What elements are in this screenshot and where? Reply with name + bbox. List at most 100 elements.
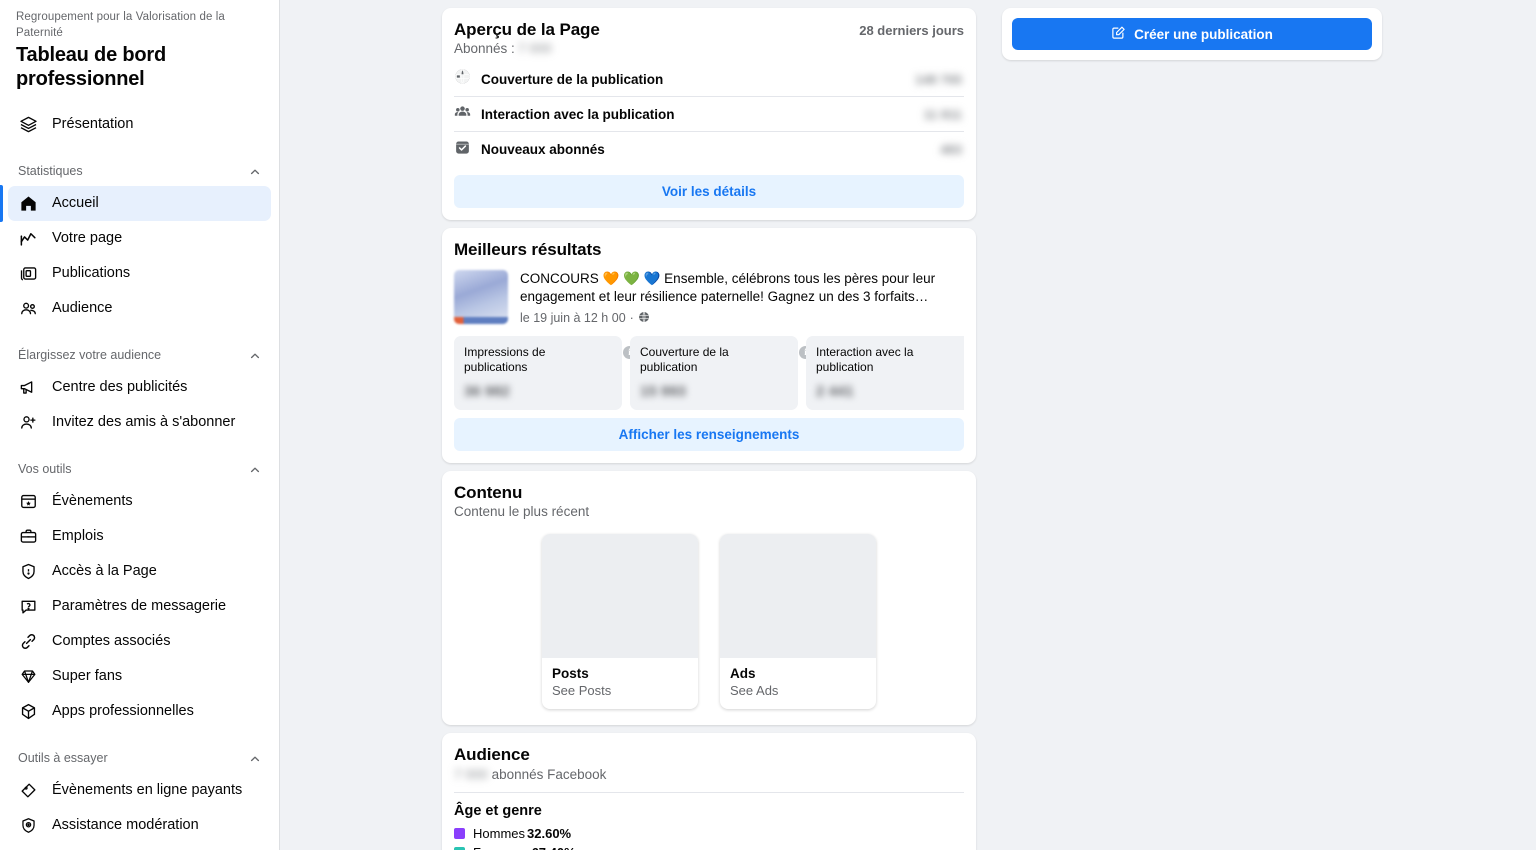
chevron-up-icon (249, 752, 261, 764)
content-thumbnail (720, 534, 876, 659)
people-icon (18, 299, 38, 319)
sidebar-section-statistiques[interactable]: Statistiques (8, 156, 271, 186)
section-label: Statistiques (18, 164, 83, 179)
sidebar-item-label: Invitez des amis à s'abonner (52, 414, 236, 431)
message-question-icon (18, 597, 38, 617)
sidebar-item-assistance-moderation[interactable]: Assistance modération (8, 808, 271, 843)
link-icon (18, 632, 38, 652)
sidebar-item-audience[interactable]: Audience (8, 291, 271, 326)
metric-row[interactable]: Nouveaux abonnés 483 (454, 132, 964, 167)
center-column: Aperçu de la Page Abonnés : 7 000 28 der… (442, 8, 976, 850)
check-badge-icon (454, 139, 471, 161)
sidebar-item-apps-professionnelles[interactable]: Apps professionnelles (8, 694, 271, 729)
divider (454, 792, 964, 794)
post-metric-tile[interactable]: Couverture de la publication 15 993 i (630, 335, 812, 411)
sidebar-item-label: Audience (52, 300, 113, 317)
sidebar-item-evenements-en-ligne-payants[interactable]: Évènements en ligne payants (8, 773, 271, 808)
metric-label: Nouveaux abonnés (481, 142, 605, 157)
top-results-card: Meilleurs résultats CONCOURS 🧡 💚 💙 Ensem… (442, 228, 976, 464)
sidebar-section-elargissez[interactable]: Élargissez votre audience (8, 340, 271, 370)
create-post-label: Créer une publication (1134, 26, 1273, 42)
view-details-button[interactable]: Voir les détails (454, 175, 964, 208)
content-card-grid: Posts See Posts Ads See Ads (454, 534, 964, 713)
globe-icon (638, 311, 650, 326)
sidebar-item-invitez-des-amis[interactable]: Invitez des amis à s'abonner (8, 405, 271, 440)
sidebar-item-parametres-de-messagerie[interactable]: Paramètres de messagerie (8, 589, 271, 624)
sidebar-item-super-fans[interactable]: Super fans (8, 659, 271, 694)
sidebar-item-comptes-associes[interactable]: Comptes associés (8, 624, 271, 659)
main-content: Aperçu de la Page Abonnés : 7 000 28 der… (280, 0, 1536, 850)
sidebar-section-vos-outils[interactable]: Vos outils (8, 454, 271, 484)
sidebar-item-label: Évènements (52, 493, 133, 510)
followers-value: 7 000 (517, 41, 552, 56)
content-card-posts[interactable]: Posts See Posts (542, 534, 698, 710)
post-thumbnail[interactable] (454, 270, 508, 324)
metric-value: 11 811 (923, 106, 962, 122)
gem-icon (18, 667, 38, 687)
sidebar-item-accueil[interactable]: Accueil (0, 185, 271, 223)
sidebar-item-label: Centre des publicités (52, 379, 188, 396)
post-meta: le 19 juin à 12 h 00 · (520, 311, 964, 326)
tile-label: Interaction avec la publication (816, 344, 914, 374)
sidebar-item-emplois[interactable]: Emplois (8, 519, 271, 554)
calendar-star-icon (18, 492, 38, 512)
compose-icon (1111, 25, 1126, 43)
sidebar-item-label: Accueil (52, 195, 99, 212)
content-card-link[interactable]: See Ads (730, 683, 866, 698)
sidebar-item-presentation[interactable]: Présentation (8, 107, 271, 142)
legend-item-hommes: Hommes 32.60% (454, 826, 964, 841)
organization-name: Regroupement pour la Valorisation de la … (16, 11, 225, 39)
content-thumbnail (542, 534, 698, 659)
content-card-ads[interactable]: Ads See Ads (720, 534, 876, 710)
legend-swatch-hommes (454, 828, 465, 840)
create-post-button[interactable]: Créer une publication (1012, 18, 1372, 50)
legend-value: 67.40% (532, 845, 576, 850)
metric-value: 148 765 (915, 71, 962, 87)
sidebar-item-acces-a-la-page[interactable]: Accès à la Page (8, 554, 271, 589)
gender-legend: Hommes 32.60% Femmes 67.40% (454, 826, 964, 850)
top-post-row[interactable]: CONCOURS 🧡 💚 💙 Ensemble, célébrons tous … (454, 270, 964, 326)
section-label: Vos outils (18, 462, 72, 477)
sidebar-item-votre-page[interactable]: Votre page (8, 221, 271, 256)
posts-icon (18, 264, 38, 284)
audience-followers-suffix: abonnés Facebook (491, 767, 607, 783)
metric-row[interactable]: Couverture de la publication 148 765 (454, 62, 964, 97)
show-insights-button[interactable]: Afficher les renseignements (454, 418, 964, 452)
separator-dot: · (629, 311, 634, 326)
content-card: Contenu Contenu le plus récent Posts See… (442, 471, 976, 726)
sidebar-item-publications[interactable]: Publications (8, 256, 271, 291)
metric-label: Couverture de la publication (481, 71, 664, 87)
tile-value: 2 441 (816, 383, 854, 401)
top-results-title: Meilleurs résultats (454, 240, 602, 259)
sidebar-item-nonprofit-manager[interactable]: Nonprofit Manager (8, 843, 271, 850)
chart-line-icon (18, 229, 38, 249)
legend-value: 32.60% (527, 826, 572, 842)
post-metric-tile[interactable]: Impressions de publications 36 982 i (454, 335, 636, 411)
section-label: Élargissez votre audience (18, 348, 162, 363)
content-card-name: Ads (730, 666, 756, 682)
sidebar-item-label: Accès à la Page (52, 563, 157, 580)
app-root: Regroupement pour la Valorisation de la … (0, 0, 1536, 850)
home-icon (18, 194, 38, 214)
sidebar-section-outils-a-essayer[interactable]: Outils à essayer (8, 743, 271, 773)
shield-icon (18, 562, 38, 582)
content-card-link[interactable]: See Posts (552, 683, 688, 698)
sidebar-item-label: Présentation (52, 116, 134, 133)
right-column: Créer une publication (1002, 8, 1382, 850)
page-title: Tableau de bord professionnel (16, 44, 166, 91)
sidebar-item-label: Paramètres de messagerie (52, 598, 227, 615)
post-metric-tile[interactable]: Interaction avec la publication 2 441 i (806, 335, 964, 411)
sidebar-item-centre-des-publicites[interactable]: Centre des publicités (8, 370, 271, 405)
sidebar-item-evenements[interactable]: Évènements (8, 484, 271, 519)
globe-icon (454, 68, 471, 90)
post-metric-tiles: Impressions de publications 36 982 i Cou… (454, 335, 964, 411)
metric-row[interactable]: Interaction avec la publication 11 811 (454, 97, 964, 132)
sidebar-item-label: Publications (52, 265, 131, 282)
sidebar: Regroupement pour la Valorisation de la … (0, 0, 280, 850)
sidebar-item-label: Assistance modération (52, 817, 199, 834)
content-card-name: Posts (552, 666, 589, 682)
chevron-up-icon (249, 463, 261, 475)
people-icon (454, 103, 471, 125)
content-subtitle: Contenu le plus récent (454, 504, 590, 520)
overview-header: Aperçu de la Page Abonnés : 7 000 28 der… (454, 20, 964, 56)
